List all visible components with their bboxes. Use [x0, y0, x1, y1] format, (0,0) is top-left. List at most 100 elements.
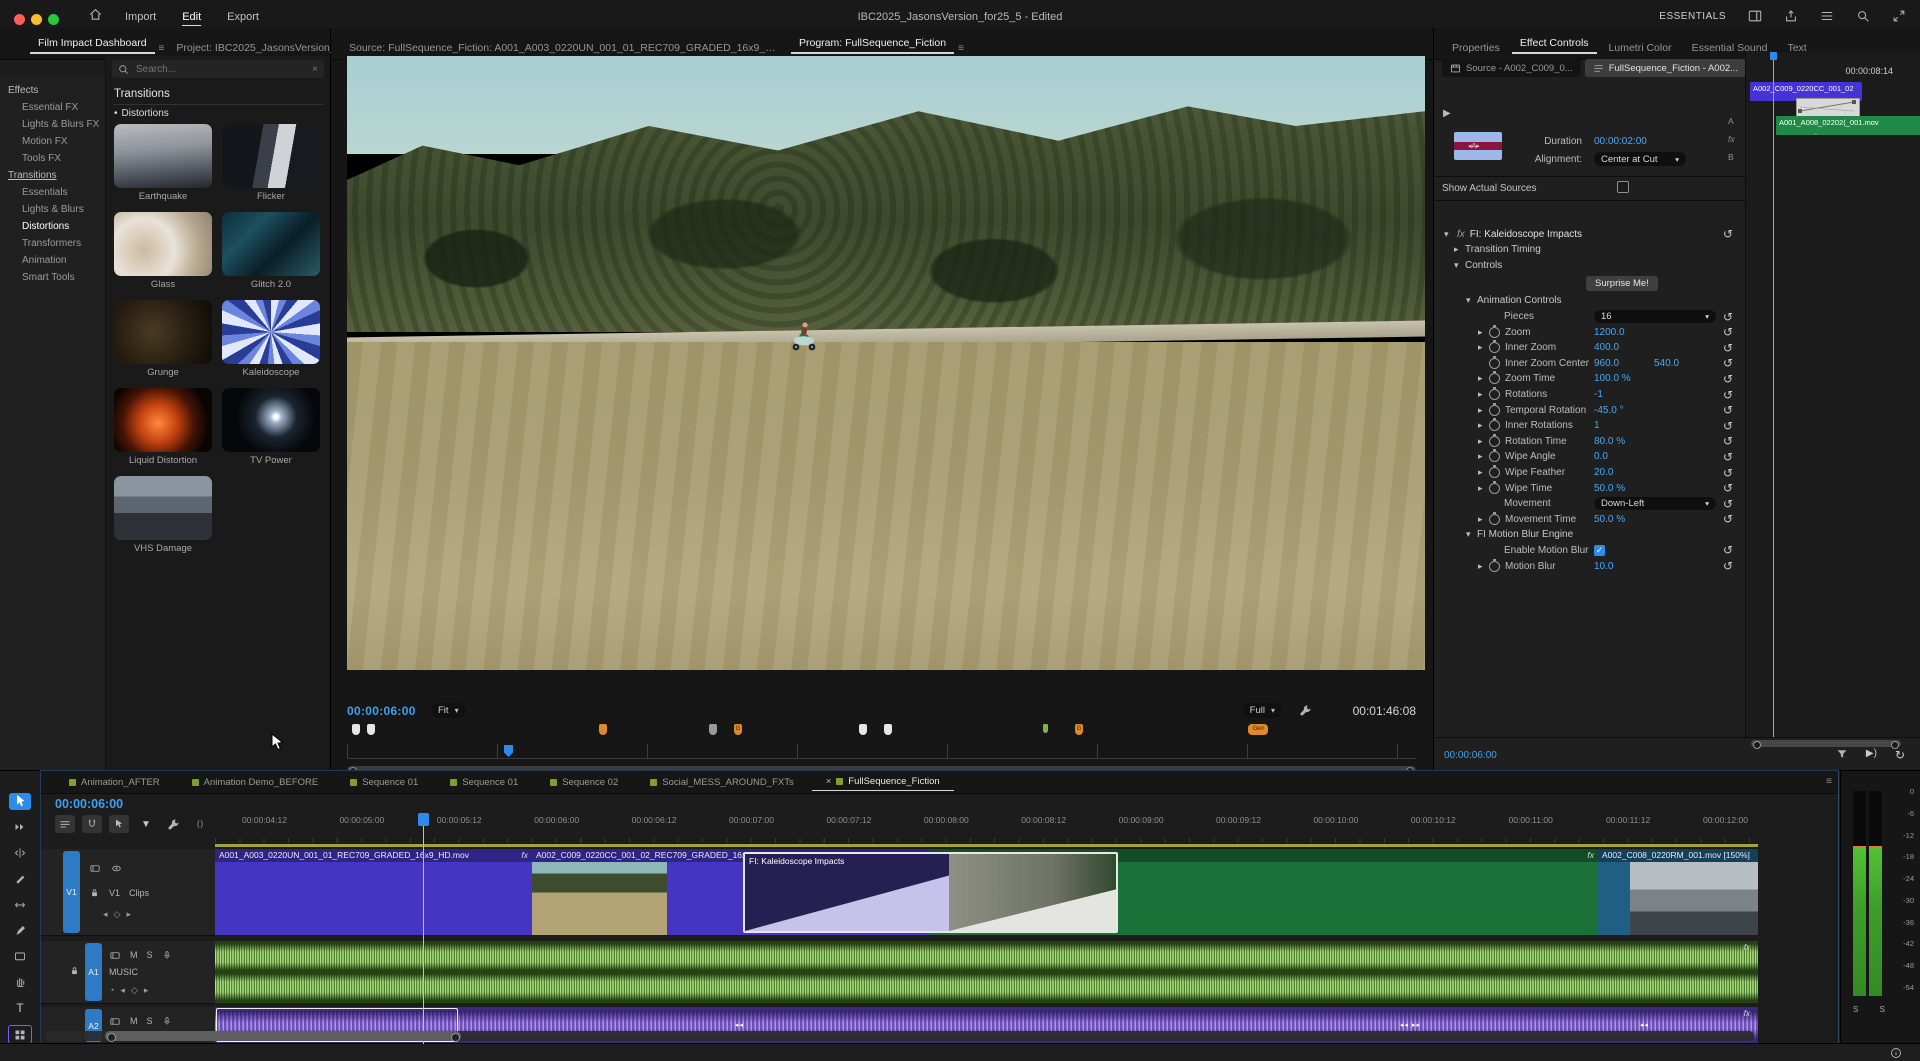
- nav-item[interactable]: Transformers: [0, 235, 105, 252]
- stopwatch-icon[interactable]: [1489, 483, 1500, 494]
- sequence-marker[interactable]: G: [734, 724, 742, 735]
- button-grid-tool[interactable]: [8, 1025, 32, 1044]
- reset-icon[interactable]: ↺: [1723, 390, 1733, 400]
- param-value[interactable]: 1200.0: [1594, 327, 1625, 338]
- nest-toggle-icon[interactable]: [55, 815, 75, 833]
- sequence-tab[interactable]: × Sequence 01: [436, 774, 532, 791]
- fx-badge-icon[interactable]: fx: [521, 849, 528, 862]
- current-timecode[interactable]: 00:00:06:00: [347, 704, 416, 718]
- param-value[interactable]: 1: [1594, 420, 1600, 431]
- sequence-marker[interactable]: [367, 724, 375, 735]
- chevron-icon[interactable]: ▸: [1478, 342, 1489, 353]
- chevron-icon[interactable]: ▾: [1466, 529, 1477, 540]
- chevron-icon[interactable]: ▸: [1454, 244, 1465, 255]
- mic-icon[interactable]: [162, 949, 172, 961]
- sequence-marker[interactable]: Gen: [1248, 724, 1268, 735]
- solo-button[interactable]: S: [147, 950, 153, 960]
- monitor-scrubber[interactable]: [347, 744, 1416, 759]
- effect-item[interactable]: Grunge: [114, 300, 212, 378]
- insert-patch-icon[interactable]: [109, 950, 121, 961]
- hand-tool[interactable]: [9, 974, 31, 991]
- sequence-tab[interactable]: × FullSequence_Fiction: [812, 773, 954, 791]
- stopwatch-icon[interactable]: [1489, 327, 1500, 338]
- chevron-icon[interactable]: ▾: [1466, 295, 1477, 306]
- effect-item[interactable]: Flicker: [222, 124, 320, 202]
- play-around-icon[interactable]: ▶): [1866, 748, 1877, 762]
- search-input[interactable]: ×: [112, 60, 324, 78]
- effect-item[interactable]: Liquid Distortion: [114, 388, 212, 466]
- nav-item[interactable]: Tools FX: [0, 150, 105, 167]
- param-value[interactable]: 50.0 %: [1594, 514, 1625, 525]
- add-marker-icon[interactable]: ▼: [136, 815, 156, 833]
- chevron-down-icon[interactable]: ▾: [1444, 229, 1455, 240]
- nav-item[interactable]: Essentials: [0, 184, 105, 201]
- video-track-v1[interactable]: A001_A003_0220UN_001_01_REC709_GRADED_16…: [215, 849, 1758, 935]
- snap-magnet-icon[interactable]: [82, 815, 102, 833]
- panel-tab[interactable]: Effect Controls: [1512, 37, 1597, 54]
- reset-icon[interactable]: ↺: [1723, 421, 1733, 431]
- captions-icon[interactable]: ⟨⟩: [190, 815, 210, 833]
- chevron-icon[interactable]: ▸: [1478, 514, 1489, 525]
- ripple-edit-tool[interactable]: [9, 845, 31, 862]
- scrollbar-handle[interactable]: [105, 1031, 461, 1041]
- info-icon[interactable]: [1890, 1047, 1902, 1059]
- track-name-v1[interactable]: V1: [109, 888, 120, 898]
- insert-patch-icon[interactable]: [109, 1016, 121, 1027]
- keyframe-nav[interactable]: ◔◂◇▸: [109, 985, 154, 996]
- linked-selection-icon[interactable]: [109, 815, 129, 833]
- effect-thumbnail[interactable]: [114, 300, 212, 364]
- reset-icon[interactable]: ↺: [1723, 312, 1733, 322]
- panel-menu-icon[interactable]: ≡: [159, 43, 165, 54]
- panel-tab[interactable]: Properties: [1444, 42, 1508, 54]
- stopwatch-icon[interactable]: [1489, 561, 1500, 572]
- panel-menu-icon[interactable]: ≡: [1826, 776, 1832, 787]
- source-patch-a1[interactable]: A1: [85, 943, 102, 1001]
- panel-menu-icon[interactable]: ≡: [958, 43, 964, 54]
- fx-badge-icon[interactable]: fx: [1587, 849, 1594, 862]
- scrollbar-zoom-left[interactable]: [107, 1033, 116, 1042]
- stopwatch-icon[interactable]: [1489, 358, 1500, 369]
- transition-keyframe-graph[interactable]: [1796, 98, 1860, 117]
- chevron-icon[interactable]: ▸: [1478, 483, 1489, 494]
- nav-item[interactable]: Animation: [0, 252, 105, 269]
- mute-button[interactable]: M: [130, 950, 138, 960]
- meter-solo-label[interactable]: S: [1880, 1005, 1885, 1014]
- effect-item[interactable]: Earthquake: [114, 124, 212, 202]
- fx-badge-icon[interactable]: fx: [1744, 943, 1750, 952]
- sequence-marker[interactable]: G: [1075, 724, 1083, 735]
- chevron-icon[interactable]: ▸: [1478, 327, 1489, 338]
- param-value[interactable]: 20.0: [1594, 467, 1613, 478]
- reset-icon[interactable]: ↺: [1723, 483, 1733, 493]
- param-value[interactable]: 400.0: [1594, 342, 1619, 353]
- chevron-icon[interactable]: ▸: [1478, 467, 1489, 478]
- sequence-marker[interactable]: [709, 724, 717, 735]
- reset-icon[interactable]: ↺: [1723, 499, 1733, 509]
- fx-badge-icon[interactable]: fx: [1744, 1009, 1750, 1018]
- tab-source-monitor[interactable]: Source: FullSequence_Fiction: A001_A003_…: [341, 42, 787, 54]
- nav-item[interactable]: Lights & Blurs: [0, 201, 105, 218]
- sequence-marker[interactable]: [859, 724, 867, 735]
- sequence-marker[interactable]: [1043, 724, 1048, 733]
- mute-button[interactable]: M: [130, 1016, 138, 1026]
- search-icon[interactable]: [1856, 9, 1870, 23]
- scrollbar-zoom-right[interactable]: [451, 1033, 460, 1042]
- nav-item[interactable]: Effects: [0, 82, 105, 99]
- effect-thumbnail[interactable]: [114, 476, 212, 540]
- transition-clip-kaleidoscope[interactable]: FI: Kaleidoscope Impacts: [743, 852, 1118, 933]
- stopwatch-icon[interactable]: [1489, 451, 1500, 462]
- fullscreen-icon[interactable]: [1892, 9, 1906, 23]
- chevron-icon[interactable]: ▾: [1454, 260, 1465, 271]
- mini-timeline-playhead[interactable]: [1773, 52, 1774, 738]
- sequence-marker[interactable]: [599, 724, 607, 735]
- reset-icon[interactable]: ↺: [1723, 514, 1733, 524]
- param-value[interactable]: 50.0 %: [1594, 483, 1625, 494]
- chevron-icon[interactable]: ▸: [1478, 451, 1489, 462]
- chevron-icon[interactable]: ▸: [1478, 389, 1489, 400]
- duration-value[interactable]: 00:00:02:00: [1594, 136, 1647, 147]
- param-checkbox[interactable]: ✓: [1594, 545, 1605, 556]
- effect-controls-timecode[interactable]: 00:00:06:00: [1444, 750, 1497, 761]
- effect-item[interactable]: TV Power: [222, 388, 320, 466]
- param-value[interactable]: -1: [1594, 389, 1603, 400]
- reset-icon[interactable]: ↺: [1723, 405, 1733, 415]
- param-value[interactable]: 960.0: [1594, 358, 1619, 369]
